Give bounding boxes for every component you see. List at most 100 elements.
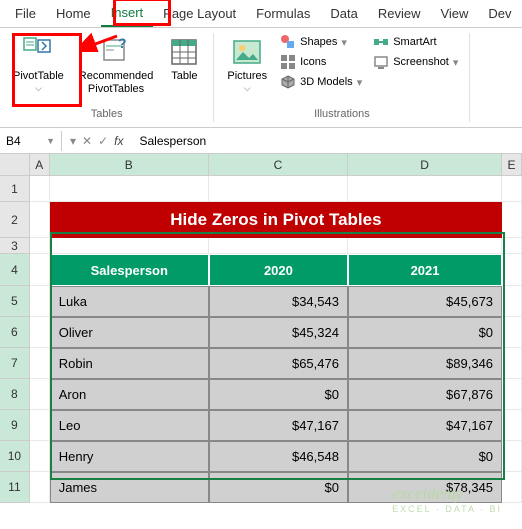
- row-3: 3: [0, 238, 522, 254]
- cell[interactable]: [502, 410, 522, 441]
- cell[interactable]: [30, 238, 50, 254]
- row-header[interactable]: 9: [0, 410, 30, 441]
- cell[interactable]: [30, 286, 50, 317]
- cell[interactable]: [30, 254, 50, 286]
- row-header[interactable]: 11: [0, 472, 30, 503]
- cell[interactable]: [348, 238, 502, 254]
- fx-icon[interactable]: fx: [114, 134, 123, 148]
- screenshot-button[interactable]: Screenshot ▾: [370, 53, 461, 71]
- row-header[interactable]: 8: [0, 379, 30, 410]
- cell[interactable]: [502, 379, 522, 410]
- cell-y1[interactable]: $47,167: [209, 410, 348, 441]
- cell[interactable]: [502, 176, 522, 202]
- row-header-4[interactable]: 4: [0, 254, 30, 286]
- pictures-icon: [231, 36, 263, 68]
- cell-y1[interactable]: $34,543: [209, 286, 348, 317]
- pivottable-label: PivotTable: [13, 70, 64, 83]
- formula-dropdown-icon[interactable]: ▾: [70, 134, 76, 148]
- row-header-3[interactable]: 3: [0, 238, 30, 254]
- row-header-2[interactable]: 2: [0, 202, 30, 238]
- col-header-D[interactable]: D: [348, 154, 502, 176]
- shapes-button[interactable]: Shapes ▾: [277, 33, 365, 51]
- confirm-formula-icon[interactable]: ✓: [98, 134, 108, 148]
- cell[interactable]: [209, 176, 348, 202]
- tab-dev[interactable]: Dev: [478, 1, 521, 26]
- cell[interactable]: [502, 348, 522, 379]
- cell[interactable]: [502, 472, 522, 503]
- icons-button[interactable]: Icons: [277, 53, 365, 71]
- select-all-corner[interactable]: [0, 154, 30, 176]
- cell[interactable]: [50, 238, 209, 254]
- cell-y2[interactable]: $0: [348, 317, 502, 348]
- cell[interactable]: [209, 238, 348, 254]
- cell[interactable]: [502, 317, 522, 348]
- pictures-button[interactable]: Pictures ⌵: [222, 33, 272, 97]
- col-header-A[interactable]: A: [30, 154, 50, 176]
- cell-y2[interactable]: $45,673: [348, 286, 502, 317]
- cell[interactable]: [502, 238, 522, 254]
- tab-home[interactable]: Home: [46, 1, 101, 26]
- cell-y2[interactable]: $89,346: [348, 348, 502, 379]
- cell[interactable]: [30, 441, 50, 472]
- formula-input[interactable]: [132, 131, 522, 151]
- table-icon: [168, 36, 200, 68]
- cell-y1[interactable]: $0: [209, 472, 348, 503]
- table-row: 7 Robin $65,476 $89,346: [0, 348, 522, 379]
- tab-review[interactable]: Review: [368, 1, 431, 26]
- tab-file[interactable]: File: [5, 1, 46, 26]
- row-header[interactable]: 6: [0, 317, 30, 348]
- cell-y1[interactable]: $0: [209, 379, 348, 410]
- cell-y2[interactable]: $67,876: [348, 379, 502, 410]
- cell[interactable]: [30, 348, 50, 379]
- smartart-button[interactable]: SmartArt: [370, 33, 461, 51]
- cell[interactable]: [348, 176, 502, 202]
- cell-name[interactable]: Robin: [50, 348, 209, 379]
- cell-y1[interactable]: $65,476: [209, 348, 348, 379]
- table-row: 10 Henry $46,548 $0: [0, 441, 522, 472]
- tab-bar: File Home Insert Page Layout Formulas Da…: [0, 0, 522, 28]
- tab-data[interactable]: Data: [320, 1, 367, 26]
- cell[interactable]: [30, 410, 50, 441]
- cell-name[interactable]: Aron: [50, 379, 209, 410]
- cancel-formula-icon[interactable]: ✕: [82, 134, 92, 148]
- row-header[interactable]: 7: [0, 348, 30, 379]
- tab-pagelayout[interactable]: Page Layout: [153, 1, 246, 26]
- cell-y1[interactable]: $46,548: [209, 441, 348, 472]
- row-header[interactable]: 5: [0, 286, 30, 317]
- cell[interactable]: [50, 176, 209, 202]
- col-header-E[interactable]: E: [502, 154, 522, 176]
- cell[interactable]: [502, 441, 522, 472]
- table-header-2020[interactable]: 2020: [209, 254, 348, 286]
- col-header-C[interactable]: C: [209, 154, 348, 176]
- table-header-salesperson[interactable]: Salesperson: [50, 254, 209, 286]
- table-row: 6 Oliver $45,324 $0: [0, 317, 522, 348]
- cell-y2[interactable]: $47,167: [348, 410, 502, 441]
- row-header-1[interactable]: 1: [0, 176, 30, 202]
- cell[interactable]: [502, 202, 522, 238]
- name-box[interactable]: B4▼: [0, 131, 62, 151]
- cell[interactable]: [30, 317, 50, 348]
- tab-view[interactable]: View: [430, 1, 478, 26]
- col-header-B[interactable]: B: [50, 154, 209, 176]
- table-button[interactable]: Table: [163, 33, 205, 86]
- cell[interactable]: [30, 472, 50, 503]
- cell[interactable]: [502, 254, 522, 286]
- title-banner[interactable]: Hide Zeros in Pivot Tables: [50, 202, 502, 238]
- cell-y1[interactable]: $45,324: [209, 317, 348, 348]
- table-header-2021[interactable]: 2021: [348, 254, 502, 286]
- cell-name[interactable]: Luka: [50, 286, 209, 317]
- cell[interactable]: [30, 379, 50, 410]
- 3dmodels-button[interactable]: 3D Models ▾: [277, 73, 365, 91]
- tab-insert[interactable]: Insert: [101, 0, 154, 27]
- cell-y2[interactable]: $0: [348, 441, 502, 472]
- cell[interactable]: [502, 286, 522, 317]
- tab-formulas[interactable]: Formulas: [246, 1, 320, 26]
- cell-name[interactable]: James: [50, 472, 209, 503]
- pivottable-button[interactable]: PivotTable ⌵: [8, 33, 69, 97]
- cell[interactable]: [30, 176, 50, 202]
- row-header[interactable]: 10: [0, 441, 30, 472]
- cell-name[interactable]: Oliver: [50, 317, 209, 348]
- cell[interactable]: [30, 202, 50, 238]
- cell-name[interactable]: Leo: [50, 410, 209, 441]
- cell-name[interactable]: Henry: [50, 441, 209, 472]
